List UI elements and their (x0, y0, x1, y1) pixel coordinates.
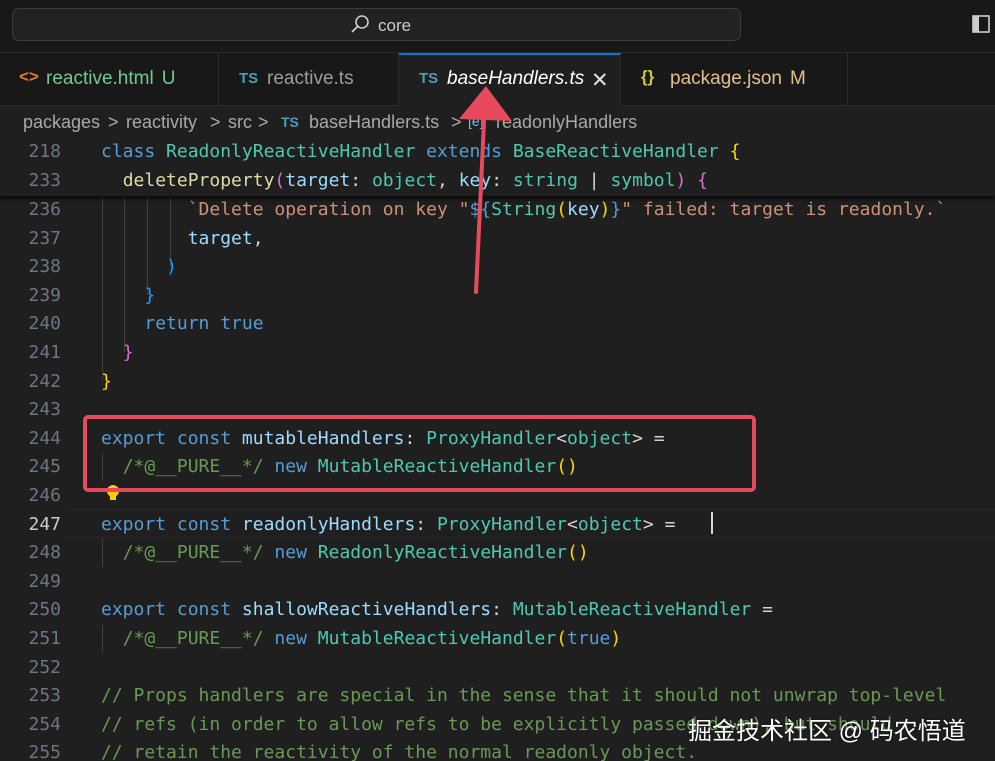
annotation-arrow-icon (459, 86, 512, 294)
watermark: 掘金技术社区 @ 码农悟道 (688, 718, 966, 745)
